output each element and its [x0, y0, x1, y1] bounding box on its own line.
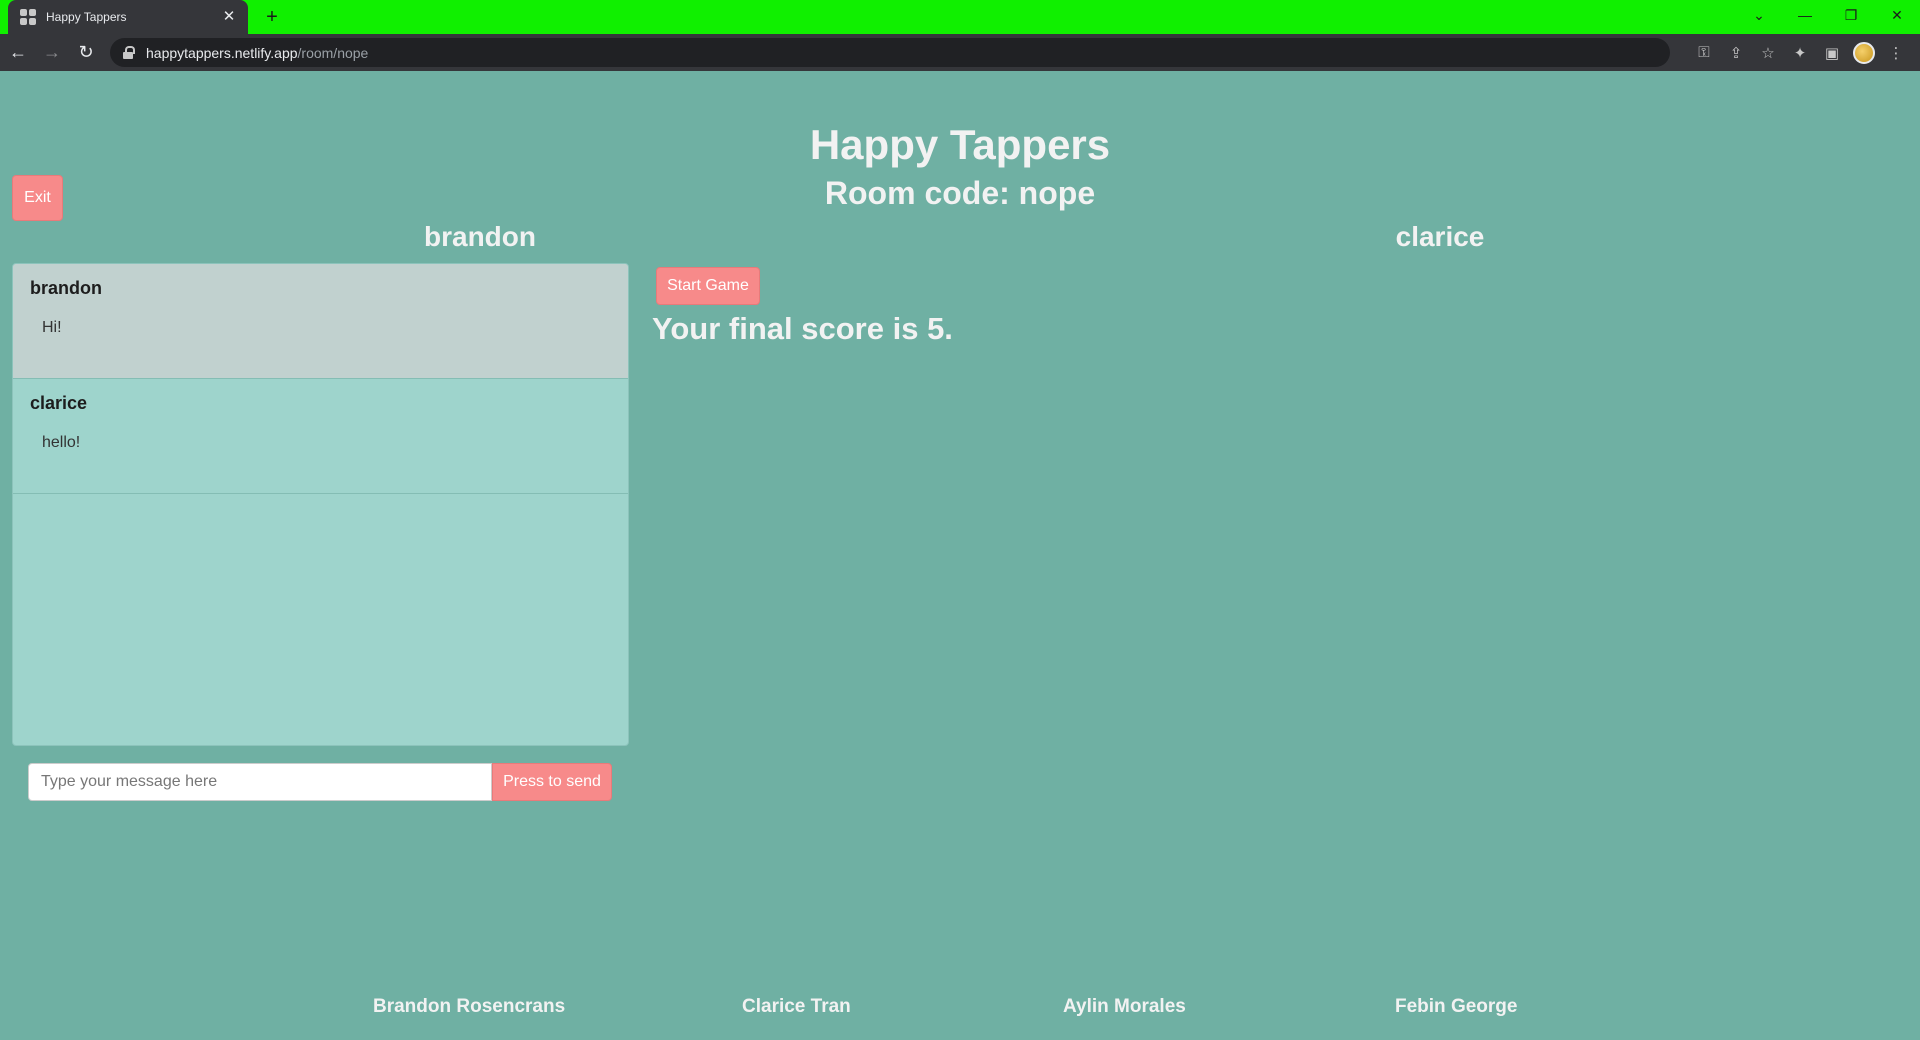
tab-title: Happy Tappers — [46, 10, 127, 24]
message-text: Hi! — [42, 319, 62, 336]
lock-icon[interactable] — [122, 45, 136, 60]
extensions-icon[interactable]: ✦ — [1784, 37, 1816, 69]
address-bar[interactable]: happytappers.netlify.app/room/nope — [110, 38, 1670, 67]
profile-avatar[interactable] — [1848, 37, 1880, 69]
avatar — [1853, 41, 1875, 64]
new-tab-button[interactable]: + — [260, 6, 284, 28]
restore-button[interactable]: ❐ — [1828, 0, 1874, 30]
minimize-button[interactable]: — — [1782, 0, 1828, 30]
url-host: happytappers.netlify.app — [146, 44, 298, 61]
credit-name: Clarice Tran — [742, 996, 851, 1017]
page-title: Happy Tappers — [809, 121, 1111, 168]
browser-tab-strip: Happy Tappers ✕ + ⌄ — ❐ ✕ — [0, 0, 1920, 34]
credit-name: Febin George — [1395, 996, 1518, 1017]
room-code: Room code: nope — [824, 175, 1096, 211]
toolbar-actions: ⚿ ⇪ ☆ ✦ ▣ ⋮ — [1688, 34, 1912, 71]
exit-button[interactable]: Exit — [12, 175, 63, 221]
back-button[interactable]: ← — [2, 37, 34, 69]
tab-search-icon[interactable]: ⌄ — [1736, 0, 1782, 30]
message-text: hello! — [42, 434, 81, 451]
window-controls: ⌄ — ❐ ✕ — [1736, 0, 1920, 30]
player-name-left: brandon — [424, 221, 536, 252]
chat-panel[interactable]: brandon Hi! clarice hello! — [12, 263, 629, 746]
close-window-button[interactable]: ✕ — [1874, 0, 1920, 30]
chat-message: clarice hello! — [13, 379, 628, 494]
tab-close-icon[interactable]: ✕ — [220, 8, 238, 26]
key-icon[interactable]: ⚿ — [1688, 37, 1720, 69]
browser-toolbar: ← → ↻ happytappers.netlify.app/room/nope… — [0, 34, 1920, 71]
credit-name: Brandon Rosencrans — [373, 996, 566, 1017]
reload-button[interactable]: ↻ — [70, 37, 102, 69]
favicon-icon — [20, 9, 36, 25]
credit-name: Aylin Morales — [1063, 996, 1186, 1017]
url-path: /room/nope — [297, 44, 369, 61]
chat-message: brandon Hi! — [13, 264, 628, 379]
player-name-right: clarice — [1395, 221, 1485, 252]
send-button[interactable]: Press to send — [492, 763, 612, 801]
page-content: Happy Tappers Room code: nope Exit brand… — [0, 71, 1920, 1040]
message-author: brandon — [30, 278, 102, 298]
side-panel-icon[interactable]: ▣ — [1816, 37, 1848, 69]
start-game-button[interactable]: Start Game — [656, 267, 760, 305]
browser-menu-icon[interactable]: ⋮ — [1880, 37, 1912, 69]
share-icon[interactable]: ⇪ — [1720, 37, 1752, 69]
chat-form: Press to send — [28, 763, 612, 801]
forward-button[interactable]: → — [36, 37, 68, 69]
message-input[interactable] — [28, 763, 492, 801]
message-author: clarice — [30, 393, 88, 413]
final-score-text: Your final score is 5. — [652, 311, 953, 346]
browser-tab[interactable]: Happy Tappers ✕ — [8, 0, 248, 34]
bookmark-star-icon[interactable]: ☆ — [1752, 37, 1784, 69]
